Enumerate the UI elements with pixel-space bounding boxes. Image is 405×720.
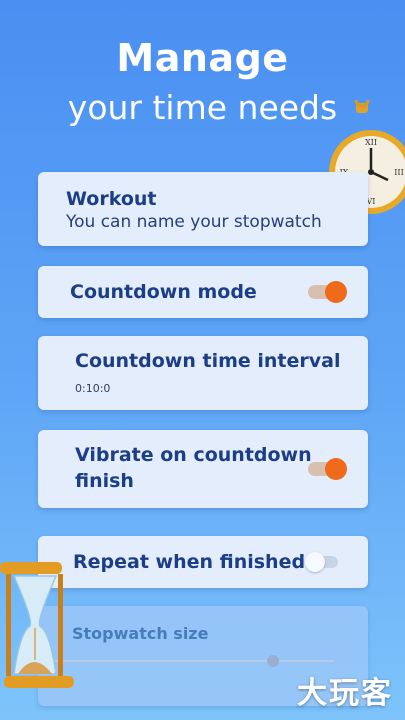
- countdown-interval-value: 0:10:0: [75, 382, 111, 395]
- vibrate-toggle-knob: [325, 458, 347, 480]
- stopwatch-size-label: Stopwatch size: [72, 624, 209, 643]
- hourglass-icon: [0, 562, 74, 688]
- countdown-interval-row[interactable]: Countdown time interval 0:10:0: [38, 336, 368, 410]
- headline-title: Manage: [116, 36, 289, 80]
- repeat-label: Repeat when finished: [73, 551, 306, 573]
- svg-text:III: III: [394, 168, 403, 177]
- vibrate-label: Vibrate on countdown finish: [75, 444, 312, 492]
- stopwatch-name-card[interactable]: Workout You can name your stopwatch: [38, 172, 368, 246]
- countdown-mode-label: Countdown mode: [70, 281, 257, 303]
- watermark-text: 大玩客: [297, 676, 393, 711]
- stopwatch-size-slider[interactable]: [44, 655, 334, 667]
- countdown-mode-toggle-knob: [325, 281, 347, 303]
- stopwatch-name-value: Workout: [66, 188, 157, 210]
- repeat-row[interactable]: Repeat when finished: [38, 536, 368, 588]
- svg-text:XII: XII: [365, 138, 377, 147]
- countdown-mode-row[interactable]: Countdown mode: [38, 266, 368, 318]
- repeat-toggle-knob: [305, 552, 325, 572]
- vibrate-toggle[interactable]: [308, 458, 347, 480]
- vibrate-label-line1: Vibrate on countdown: [75, 444, 312, 466]
- vibrate-label-line2: finish: [75, 470, 134, 492]
- countdown-mode-toggle[interactable]: [308, 281, 347, 303]
- countdown-interval-label: Countdown time interval: [75, 350, 341, 372]
- stopwatch-size-slider-thumb[interactable]: [267, 655, 280, 667]
- repeat-toggle[interactable]: [305, 552, 338, 572]
- vibrate-row[interactable]: Vibrate on countdown finish: [38, 430, 368, 508]
- stopwatch-name-hint: You can name your stopwatch: [66, 212, 322, 232]
